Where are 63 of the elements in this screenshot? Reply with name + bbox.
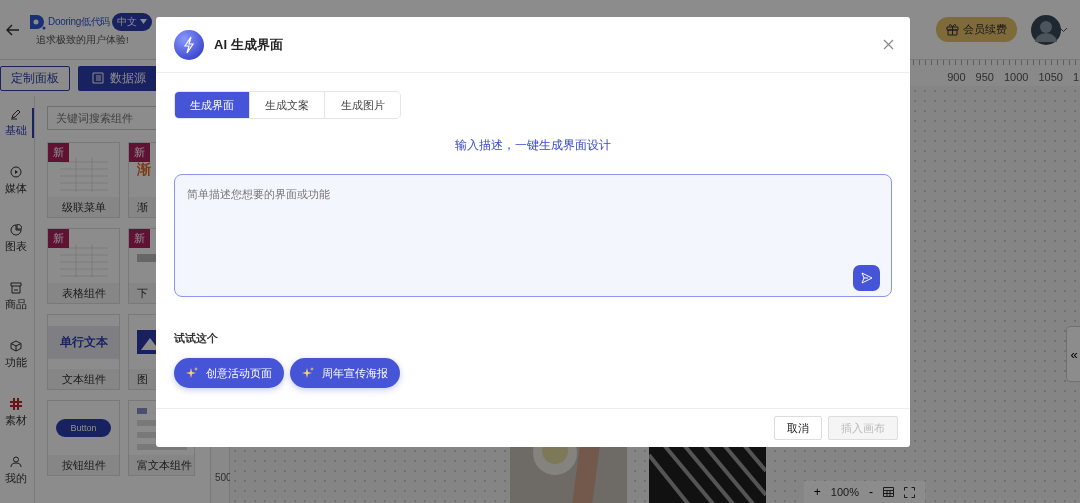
back-arrow-icon[interactable]	[6, 23, 20, 36]
tab[interactable]: 生成界面	[175, 92, 250, 118]
close-icon[interactable]	[883, 39, 894, 50]
toolbar-button[interactable]: 定制面板	[0, 65, 70, 91]
sidebar-icon	[10, 224, 22, 236]
dropdown-preview-icon	[137, 254, 157, 262]
send-icon	[860, 272, 873, 284]
new-badge: 新	[48, 143, 69, 162]
sidebar-item[interactable]: 功能	[0, 340, 34, 370]
sidebar-item[interactable]: 我的	[0, 456, 34, 486]
send-button[interactable]	[853, 265, 880, 291]
sidebar-item[interactable]: 素材	[0, 398, 34, 428]
lightning-icon	[174, 29, 204, 60]
sidebar-item[interactable]: 商品	[0, 282, 34, 312]
suggestion-button[interactable]: 周年宣传海报	[290, 358, 400, 388]
sidebar-icon	[10, 108, 22, 120]
fullscreen-icon[interactable]	[904, 486, 915, 498]
component-card[interactable]: Button 按钮组件	[47, 400, 120, 476]
logo-icon	[28, 12, 46, 31]
brand-name: Dooring低代码	[48, 14, 111, 29]
caret-icon	[140, 19, 148, 24]
zoom-in-button[interactable]: +	[813, 485, 821, 499]
button-preview: Button	[56, 419, 111, 437]
sparkle-icon	[302, 367, 314, 379]
sidebar-icon	[10, 166, 22, 178]
sidebar-item[interactable]: 媒体	[0, 166, 34, 196]
caret-icon[interactable]	[1059, 26, 1068, 33]
sparkle-icon	[186, 367, 198, 379]
text-preview: 单行文本	[48, 325, 119, 359]
gift-icon	[946, 23, 959, 36]
gradient-text-preview: 渐	[137, 161, 151, 179]
suggestion-button[interactable]: 创意活动页面	[174, 358, 284, 388]
ruler-number: 950	[975, 71, 994, 83]
sidebar-icon	[10, 456, 22, 468]
dialog-subtitle: 输入描述，一键生成界面设计	[454, 137, 612, 154]
suggestions-title: 试试这个	[174, 331, 219, 346]
collapse-button[interactable]: «	[1066, 326, 1080, 382]
renew-membership-button[interactable]: 会员续费	[936, 17, 1017, 42]
dialog-title: AI 生成界面	[214, 35, 283, 54]
language-selector[interactable]: 中文	[112, 12, 153, 31]
ruler-number: 1000	[1003, 71, 1029, 83]
zoom-out-button[interactable]: -	[869, 485, 873, 499]
slogan: 追求极致的用户体验!	[35, 33, 130, 47]
ruler-number: 1050	[1038, 71, 1063, 83]
component-card[interactable]: 单行文本 文本组件	[47, 314, 120, 390]
avatar-icon[interactable]	[1031, 14, 1061, 45]
component-card[interactable]: 新 表格组件	[47, 228, 120, 304]
new-badge: 新	[48, 229, 69, 248]
component-card[interactable]: 新 级联菜单	[47, 142, 120, 218]
new-badge: 新	[129, 229, 150, 248]
sidebar-icon	[10, 282, 22, 294]
list-icon	[92, 72, 104, 84]
zoom-level: 100%	[830, 486, 859, 498]
prompt-field[interactable]: 简单描述您想要的界面或功能	[174, 174, 892, 297]
sidebar-item[interactable]: 图表	[0, 224, 34, 254]
sidebar-icon	[10, 340, 22, 352]
ruler-number: 1	[1072, 71, 1079, 83]
ruler-number: 900	[947, 71, 966, 83]
new-badge: 新	[129, 143, 150, 162]
grid-icon[interactable]	[883, 487, 894, 497]
sidebar-icon	[10, 398, 22, 410]
sidebar-item[interactable]: 基础	[0, 108, 34, 138]
dialog-button[interactable]: 取消	[774, 416, 822, 440]
